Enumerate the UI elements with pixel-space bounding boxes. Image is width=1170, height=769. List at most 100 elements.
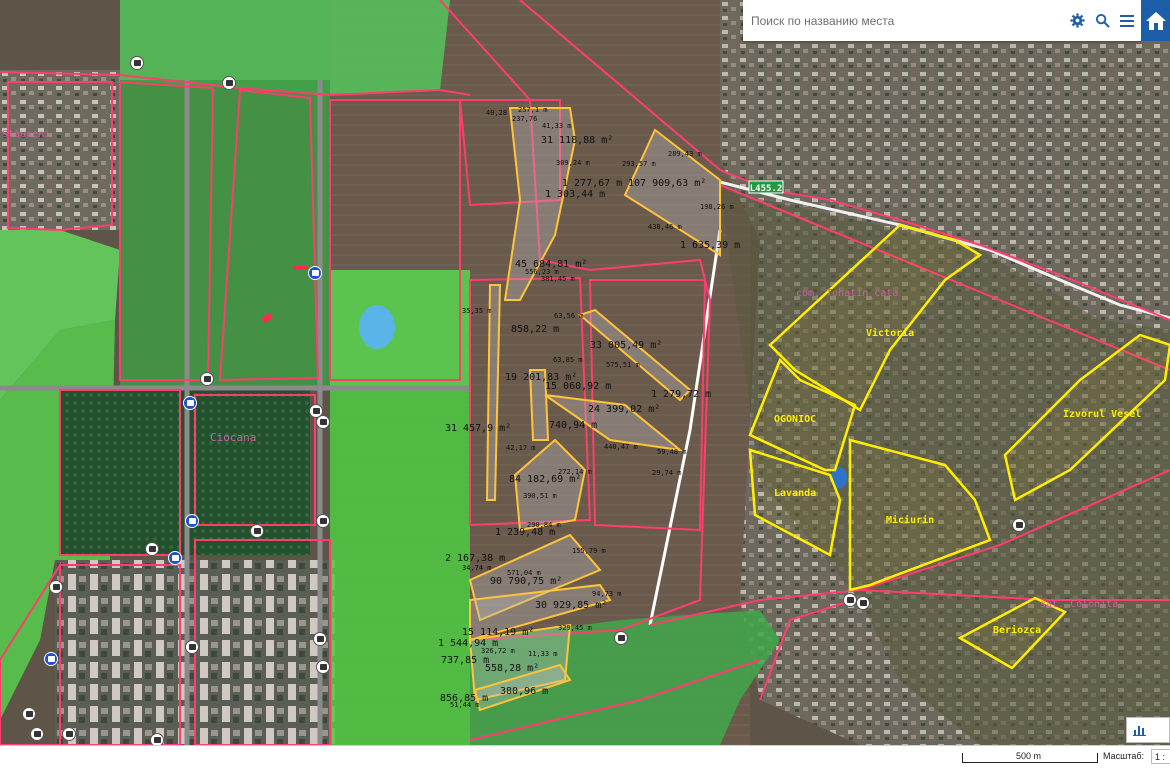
edge-label: 575,51 m xyxy=(606,361,640,369)
edge-label: 289,43 m xyxy=(668,150,702,158)
edge-label: 290,84 m xyxy=(527,521,561,529)
edge-label: 94,73 m xyxy=(592,590,622,598)
bus-stop-icon[interactable] xyxy=(222,76,236,90)
menu-icon[interactable] xyxy=(1116,10,1138,32)
bus-stop-icon[interactable] xyxy=(145,542,159,556)
bar-chart-icon xyxy=(1133,726,1146,736)
parcel-label-length: 380,96 m xyxy=(500,686,548,697)
place-label-ciocana: Ciocana xyxy=(210,431,256,444)
green-zone-east-strip xyxy=(330,390,470,745)
parcel-label-area: 31 457,9 m² xyxy=(445,423,511,434)
road-label: L455.2 xyxy=(750,184,783,194)
home-icon xyxy=(1145,11,1166,30)
edge-label: 381,45 m xyxy=(541,275,575,283)
edge-label: 63,56 m xyxy=(554,312,584,320)
place-label-victoria: Victoria xyxy=(866,327,914,339)
edge-label: 571,04 m xyxy=(507,569,541,577)
parcel-label-area: 24 399,02 m² xyxy=(588,404,660,415)
place-label-miciurin: Miciurin xyxy=(886,514,934,526)
edge-label: 34,74 m xyxy=(462,564,492,572)
parcel-label-area: 90 790,75 m² xyxy=(490,576,562,587)
parcel-label-length: 737,85 m xyxy=(441,655,489,666)
edge-label: 41,33 m xyxy=(542,122,572,130)
edge-label: 329,45 m xyxy=(558,624,592,632)
parcel-label-length: 1 635,39 m xyxy=(680,240,740,251)
pond-west xyxy=(359,305,395,349)
green-zone-center xyxy=(120,80,330,390)
place-label-tohatin: com. Tohatin_cata xyxy=(796,288,898,299)
bus-stop-icon[interactable] xyxy=(843,593,857,607)
parcel-label-length: 1 303,44 m xyxy=(545,189,605,200)
parcel-label-length: 740,94 m xyxy=(549,420,597,431)
bus-stop-icon[interactable] xyxy=(250,524,264,538)
bus-stop-icon[interactable] xyxy=(62,727,76,741)
edge-label: 440,47 m xyxy=(604,443,638,451)
green-zone-strip xyxy=(330,270,470,390)
edge-label: 42,17 m xyxy=(506,444,536,452)
edge-label: 272,14 m xyxy=(558,468,592,476)
edge-label: 257,1 m xyxy=(518,106,548,114)
scale-title: Масштаб: xyxy=(1103,751,1145,761)
place-label-izvorul: Izvorul Vesel xyxy=(1063,409,1141,420)
west-suburb xyxy=(0,70,120,230)
parcel-label-length: 15 060,92 m xyxy=(545,381,611,392)
bus-stop-icon[interactable] xyxy=(49,580,63,594)
bus-stop-icon[interactable] xyxy=(185,514,199,528)
bus-stop-icon[interactable] xyxy=(22,707,36,721)
scale-bar-label: 500 m xyxy=(1016,751,1042,761)
scale-ratio-input[interactable]: 1 : xyxy=(1151,749,1170,764)
bus-stop-icon[interactable] xyxy=(313,632,327,646)
bus-stop-icon[interactable] xyxy=(856,596,870,610)
parcel-label-area: 30 929,85 m² xyxy=(535,600,607,611)
bus-stop-icon[interactable] xyxy=(316,514,330,528)
edge-label: 63,85 m xyxy=(553,356,583,364)
bus-stop-icon[interactable] xyxy=(130,56,144,70)
place-label-stauceni: Stăuceni xyxy=(2,128,50,140)
bus-stop-icon[interactable] xyxy=(30,727,44,741)
bus-stop-icon[interactable] xyxy=(316,415,330,429)
edge-label: 51,44 m xyxy=(450,701,480,709)
edge-label: 293,57 m xyxy=(622,160,656,168)
parcel-label-area: 107 909,63 m² xyxy=(628,178,706,189)
place-label-ogonioc: OGONIOC xyxy=(774,414,816,425)
edge-label: 198,26 m xyxy=(700,203,734,211)
parcel-label-area: 31 118,88 m² xyxy=(541,135,613,146)
legend-button[interactable] xyxy=(1126,717,1170,743)
bus-stop-icon[interactable] xyxy=(1012,518,1026,532)
edge-label: 155,79 m xyxy=(572,547,606,555)
bus-stop-icon[interactable] xyxy=(200,372,214,386)
bus-stop-icon[interactable] xyxy=(308,266,322,280)
parcel-label-area: 33 005,49 m² xyxy=(590,340,662,351)
bus-stop-icon[interactable] xyxy=(185,640,199,654)
search-input[interactable] xyxy=(749,4,1063,37)
search-icon[interactable] xyxy=(1091,10,1113,32)
edge-label: 309,24 m xyxy=(556,159,590,167)
edge-label: 40,28 xyxy=(486,109,507,117)
status-bar: 500 m Масштаб: 1 : xyxy=(0,745,1170,769)
edge-label: 59,48 m xyxy=(657,448,687,456)
edge-label: 29,74 m xyxy=(652,469,682,477)
place-label-colonita: sat. Colonita xyxy=(1040,599,1118,610)
bus-stop-icon[interactable] xyxy=(183,396,197,410)
parcel-label-area: 15 114,19 m² xyxy=(462,627,534,638)
bus-stop-icon[interactable] xyxy=(614,631,628,645)
map-canvas[interactable]: L455.2 Stăuceni Ciocana com. Tohatin_cat… xyxy=(0,0,1170,745)
edge-label: 35,35 m xyxy=(462,307,492,315)
bus-stop-icon[interactable] xyxy=(316,660,330,674)
edge-label: 390,51 m xyxy=(523,492,557,500)
search-panel xyxy=(743,0,1141,41)
parcel-label-length: 2 167,38 m xyxy=(445,553,505,564)
bus-stop-icon[interactable] xyxy=(168,551,182,565)
place-label-beriozca: Beriozca xyxy=(993,624,1041,636)
bus-stop-icon[interactable] xyxy=(44,652,58,666)
edge-label: 237,76 xyxy=(512,115,537,123)
parcel-label-length: 1 277,67 m xyxy=(562,178,622,189)
parcel-label-length: 858,22 m xyxy=(511,324,559,335)
marker-red-1 xyxy=(294,266,308,270)
edge-label: 438,46 m xyxy=(648,223,682,231)
gear-icon[interactable] xyxy=(1066,10,1088,32)
home-button[interactable] xyxy=(1141,0,1170,41)
parcel-label-area: 558,28 m² xyxy=(485,663,539,674)
edge-label: 326,72 m xyxy=(481,647,515,655)
place-label-lavanda: Lavanda xyxy=(774,488,816,499)
